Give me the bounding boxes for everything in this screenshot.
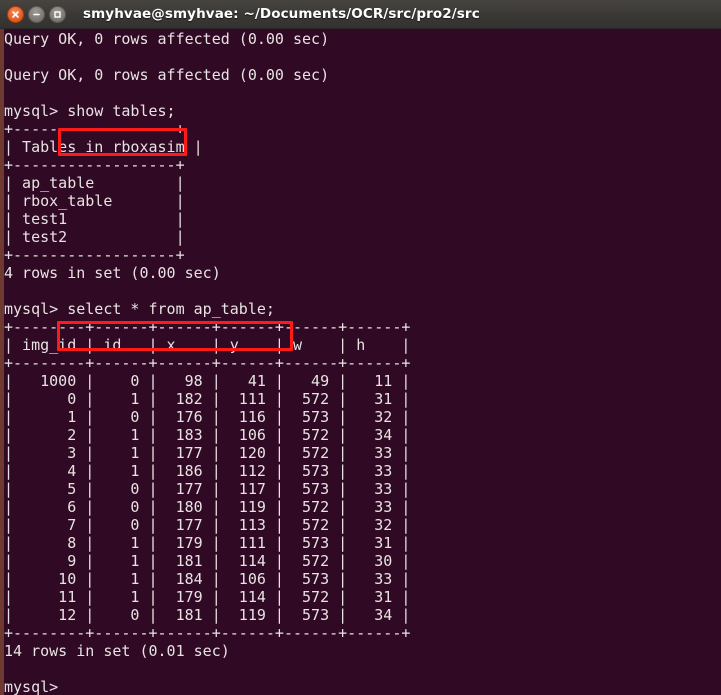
- table-row: | 5 | 0 | 177 | 117 | 573 | 33 |: [4, 480, 411, 498]
- table-row: | 4 | 1 | 186 | 112 | 573 | 33 |: [4, 462, 411, 480]
- terminal-line: 4 rows in set (0.00 sec): [4, 264, 221, 282]
- terminal-line: | Tables_in_rboxasim |: [4, 138, 203, 156]
- table-row: | 6 | 0 | 180 | 119 | 572 | 33 |: [4, 498, 411, 516]
- maximize-button[interactable]: [49, 5, 66, 23]
- table-row: | 3 | 1 | 177 | 120 | 572 | 33 |: [4, 444, 411, 462]
- terminal-line-command-show-tables: mysql> show tables;: [4, 102, 176, 120]
- terminal-line: | test1 |: [4, 210, 185, 228]
- terminal-line: Query OK, 0 rows affected (0.00 sec): [4, 66, 330, 84]
- window-titlebar[interactable]: smyhvae@smyhvae: ~/Documents/OCR/src/pro…: [0, 0, 721, 29]
- table-row: | 8 | 1 | 179 | 111 | 573 | 31 |: [4, 534, 411, 552]
- terminal-line: | ap_table |: [4, 174, 185, 192]
- terminal-line: +--------+------+------+------+------+--…: [4, 354, 411, 372]
- terminal-line: | img_id | id | x | y | w | h |: [4, 336, 411, 354]
- terminal-screen[interactable]: Query OK, 0 rows affected (0.00 sec) Que…: [4, 30, 721, 695]
- terminal-line: +------------------+: [4, 120, 185, 138]
- table-row: | 9 | 1 | 181 | 114 | 572 | 30 |: [4, 552, 411, 570]
- table-row: | 2 | 1 | 183 | 106 | 572 | 34 |: [4, 426, 411, 444]
- minimize-button[interactable]: [28, 5, 45, 23]
- close-button[interactable]: [7, 5, 24, 23]
- terminal-prompt[interactable]: mysql>: [4, 678, 721, 695]
- table-row: | 11 | 1 | 179 | 114 | 572 | 31 |: [4, 588, 411, 606]
- table-row: | 1000 | 0 | 98 | 41 | 49 | 11 |: [4, 372, 411, 390]
- terminal-line-command-select-ap-table: mysql> select * from ap_table;: [4, 300, 275, 318]
- terminal-line: +------------------+: [4, 246, 185, 264]
- terminal-body[interactable]: Query OK, 0 rows affected (0.00 sec) Que…: [0, 29, 721, 695]
- terminal-line: | test2 |: [4, 228, 185, 246]
- close-icon: [12, 10, 19, 18]
- terminal-line: Query OK, 0 rows affected (0.00 sec): [4, 30, 330, 48]
- window-title: smyhvae@smyhvae: ~/Documents/OCR/src/pro…: [83, 6, 480, 22]
- terminal-window: smyhvae@smyhvae: ~/Documents/OCR/src/pro…: [0, 0, 721, 695]
- table-row: | 10 | 1 | 184 | 106 | 573 | 33 |: [4, 570, 411, 588]
- table-row: | 12 | 0 | 181 | 119 | 573 | 34 |: [4, 606, 411, 624]
- table-row: | 7 | 0 | 177 | 113 | 572 | 32 |: [4, 516, 411, 534]
- terminal-line: | rbox_table |: [4, 192, 185, 210]
- table-row: | 1 | 0 | 176 | 116 | 573 | 32 |: [4, 408, 411, 426]
- table-row: | 0 | 1 | 182 | 111 | 572 | 31 |: [4, 390, 411, 408]
- terminal-line: +--------+------+------+------+------+--…: [4, 624, 411, 642]
- terminal-line: +--------+------+------+------+------+--…: [4, 318, 411, 336]
- terminal-line: +------------------+: [4, 156, 185, 174]
- minimize-icon: [33, 13, 40, 15]
- terminal-line-status: 14 rows in set (0.01 sec): [4, 642, 230, 660]
- maximize-icon: [54, 10, 61, 18]
